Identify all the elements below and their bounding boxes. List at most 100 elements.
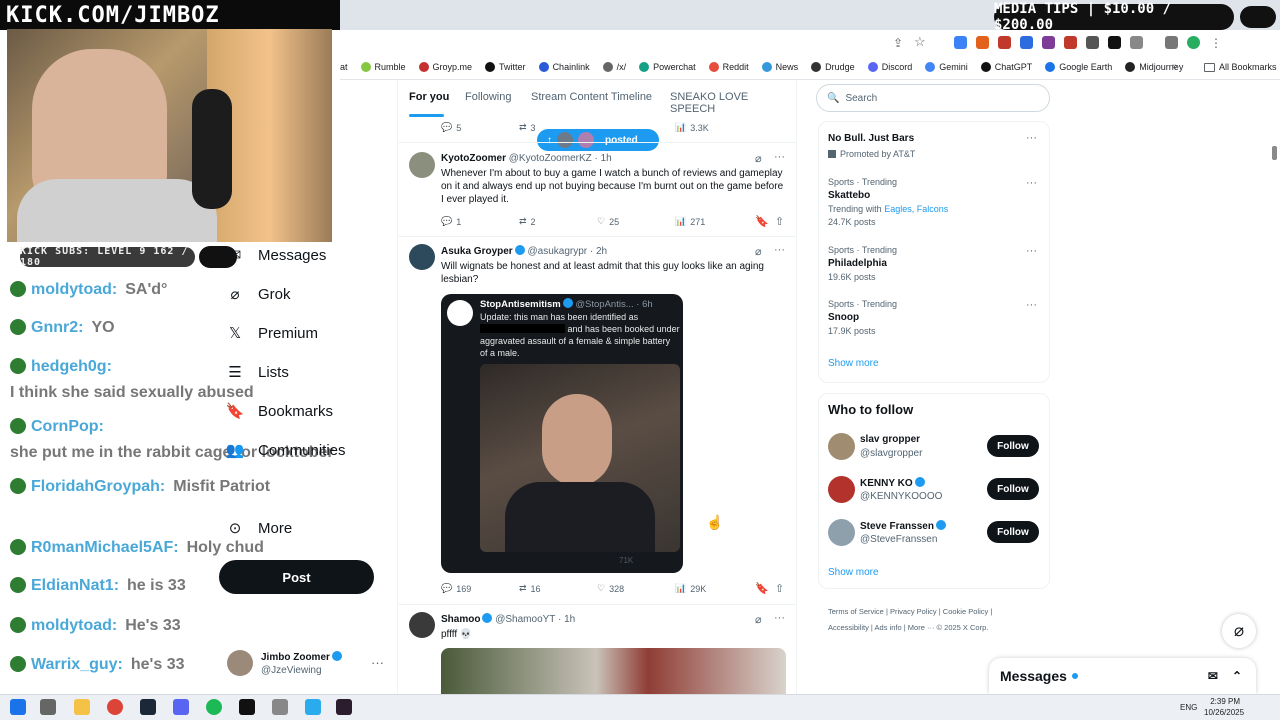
repost-button[interactable]: ⇄ 16 (519, 583, 597, 594)
bookmark-item[interactable]: Google Earth (1045, 62, 1112, 72)
avatar[interactable] (828, 433, 855, 460)
sidepanel-icon[interactable] (1165, 36, 1178, 49)
post-button[interactable]: Post (219, 560, 374, 594)
bookmark-icon[interactable]: 🔖 (755, 582, 769, 595)
avatar[interactable] (409, 612, 435, 638)
nav-bookmarks[interactable]: 🔖 Bookmarks (226, 402, 333, 421)
bookmark-item[interactable]: ChatGPT (980, 62, 1032, 72)
bookmark-item[interactable]: Gemini (925, 62, 968, 72)
trend-item[interactable]: Sports · Trending Skattebo Trending with… (828, 177, 948, 227)
nav-more[interactable]: ⊙ More (226, 519, 292, 538)
puzzle-icon[interactable] (1130, 36, 1143, 49)
nav-communities[interactable]: 👥 Communities (226, 441, 346, 460)
grok-floating-button[interactable]: ⌀ (1222, 614, 1256, 648)
install-icon[interactable]: ⇪ (893, 36, 903, 50)
more-icon[interactable]: ··· (774, 612, 785, 624)
more-icon[interactable]: ··· (1026, 299, 1037, 311)
more-icon[interactable]: ··· (774, 244, 785, 256)
tab-for-you[interactable]: For you (409, 91, 449, 103)
nav-grok[interactable]: ⌀ Grok (226, 285, 290, 304)
grok-icon[interactable]: ⌀ (755, 613, 762, 626)
start-icon[interactable] (10, 699, 26, 715)
nav-premium[interactable]: 𝕏 Premium (226, 324, 318, 343)
reply-button[interactable]: 💬 5 (441, 122, 519, 133)
trends-show-more[interactable]: Show more (828, 358, 879, 369)
tweet-image[interactable] (441, 648, 786, 694)
language-indicator[interactable]: ENG (1180, 703, 1197, 712)
reply-button[interactable]: 💬 1 (441, 216, 519, 227)
app-icon[interactable] (272, 699, 288, 715)
follow-suggestion-name[interactable]: slav gropper (860, 434, 920, 445)
app-icon[interactable] (336, 699, 352, 715)
all-bookmarks[interactable]: All Bookmarks (1204, 62, 1277, 72)
bookmark-item[interactable]: Discord (867, 62, 912, 72)
more-icon[interactable]: ··· (774, 151, 785, 163)
follow-button[interactable]: Follow (987, 478, 1039, 500)
more-icon[interactable]: ··· (1026, 177, 1037, 189)
bookmark-item[interactable]: Powerchat (639, 62, 696, 72)
extension-icon[interactable] (1020, 36, 1033, 49)
views-button[interactable]: 📊 29K (675, 583, 753, 594)
follow-suggestion-name[interactable]: KENNY KO (860, 477, 925, 489)
nav-lists[interactable]: ☰ Lists (226, 363, 289, 382)
share-icon[interactable]: ⇧ (775, 215, 784, 228)
extension-icon[interactable] (998, 36, 1011, 49)
bookmark-item[interactable]: /x/ (602, 62, 626, 72)
task-view-icon[interactable] (40, 699, 56, 715)
file-explorer-icon[interactable] (74, 699, 90, 715)
more-icon[interactable]: ··· (1026, 245, 1037, 257)
account-menu-icon[interactable]: ··· (371, 655, 384, 670)
telegram-icon[interactable] (305, 699, 321, 715)
avatar[interactable] (409, 152, 435, 178)
follow-suggestion-name[interactable]: Steve Franssen (860, 520, 946, 532)
bookmark-item[interactable]: Rumble (360, 62, 406, 72)
repost-button[interactable]: ⇄ 2 (519, 216, 597, 227)
trend-item[interactable]: Sports · Trending Philadelphia 19.6K pos… (828, 245, 897, 282)
scrollbar-thumb[interactable] (1272, 146, 1277, 160)
new-message-icon[interactable]: ✉ (1208, 669, 1218, 683)
tab-sneako-love-speech[interactable]: SNEAKO LOVE SPEECH (670, 91, 796, 115)
share-icon[interactable]: ⇧ (775, 582, 784, 595)
follow-button[interactable]: Follow (987, 435, 1039, 457)
follow-button[interactable]: Follow (987, 521, 1039, 543)
bookmark-item[interactable]: Groyp.me (418, 62, 472, 72)
like-button[interactable]: ♡ 25 (597, 216, 675, 227)
follow-show-more[interactable]: Show more (828, 567, 879, 578)
bookmark-item[interactable]: Chainlink (538, 62, 590, 72)
account-avatar[interactable] (227, 650, 253, 676)
chrome-icon[interactable] (107, 699, 123, 715)
tab-stream-content-timeline[interactable]: Stream Content Timeline (531, 91, 652, 103)
bookmark-item[interactable]: at (340, 62, 348, 72)
more-icon[interactable]: ··· (1026, 132, 1037, 144)
trend-item[interactable]: Sports · Trending Snoop 17.9K posts (828, 299, 897, 336)
grok-icon[interactable]: ⌀ (755, 152, 762, 165)
spotify-icon[interactable] (206, 699, 222, 715)
nav-messages[interactable]: ✉ Messages (226, 246, 327, 265)
star-icon[interactable]: ☆ (914, 34, 926, 50)
bookmark-icon[interactable]: 🔖 (755, 215, 769, 228)
views-button[interactable]: 📊 271 (675, 216, 753, 227)
new-posts-pill[interactable]: ↑ posted (537, 129, 659, 151)
like-button[interactable]: ♡ 328 (597, 583, 675, 594)
search-input[interactable]: 🔍 Search (816, 84, 1050, 112)
bookmark-item[interactable]: News (761, 62, 798, 72)
ad-title[interactable]: No Bull. Just Bars (828, 133, 914, 144)
app-icon[interactable] (239, 699, 255, 715)
x-extension-icon[interactable] (1108, 36, 1121, 49)
clock[interactable]: 2:39 PM 10/26/2025 (1204, 696, 1244, 718)
avatar[interactable] (409, 244, 435, 270)
bookmark-item[interactable]: Reddit (708, 62, 749, 72)
kebab-menu-icon[interactable]: ⋮ (1210, 36, 1222, 50)
grok-icon[interactable]: ⌀ (755, 245, 762, 258)
extension-icon[interactable] (954, 36, 967, 49)
extension-icon[interactable] (1086, 36, 1099, 49)
messages-dock[interactable]: Messages ✉ ⌃ (989, 658, 1256, 694)
extension-icon[interactable] (1042, 36, 1055, 49)
reply-button[interactable]: 💬 169 (441, 583, 519, 594)
profile-avatar-icon[interactable] (1187, 36, 1200, 49)
quote-tweet[interactable]: StopAntisemitism @StopAntis... · 6h Upda… (441, 294, 683, 573)
bookmark-item[interactable]: Twitter (485, 62, 526, 72)
avatar[interactable] (828, 519, 855, 546)
avatar[interactable] (828, 476, 855, 503)
views-button[interactable]: 📊 3.3K (675, 122, 753, 133)
